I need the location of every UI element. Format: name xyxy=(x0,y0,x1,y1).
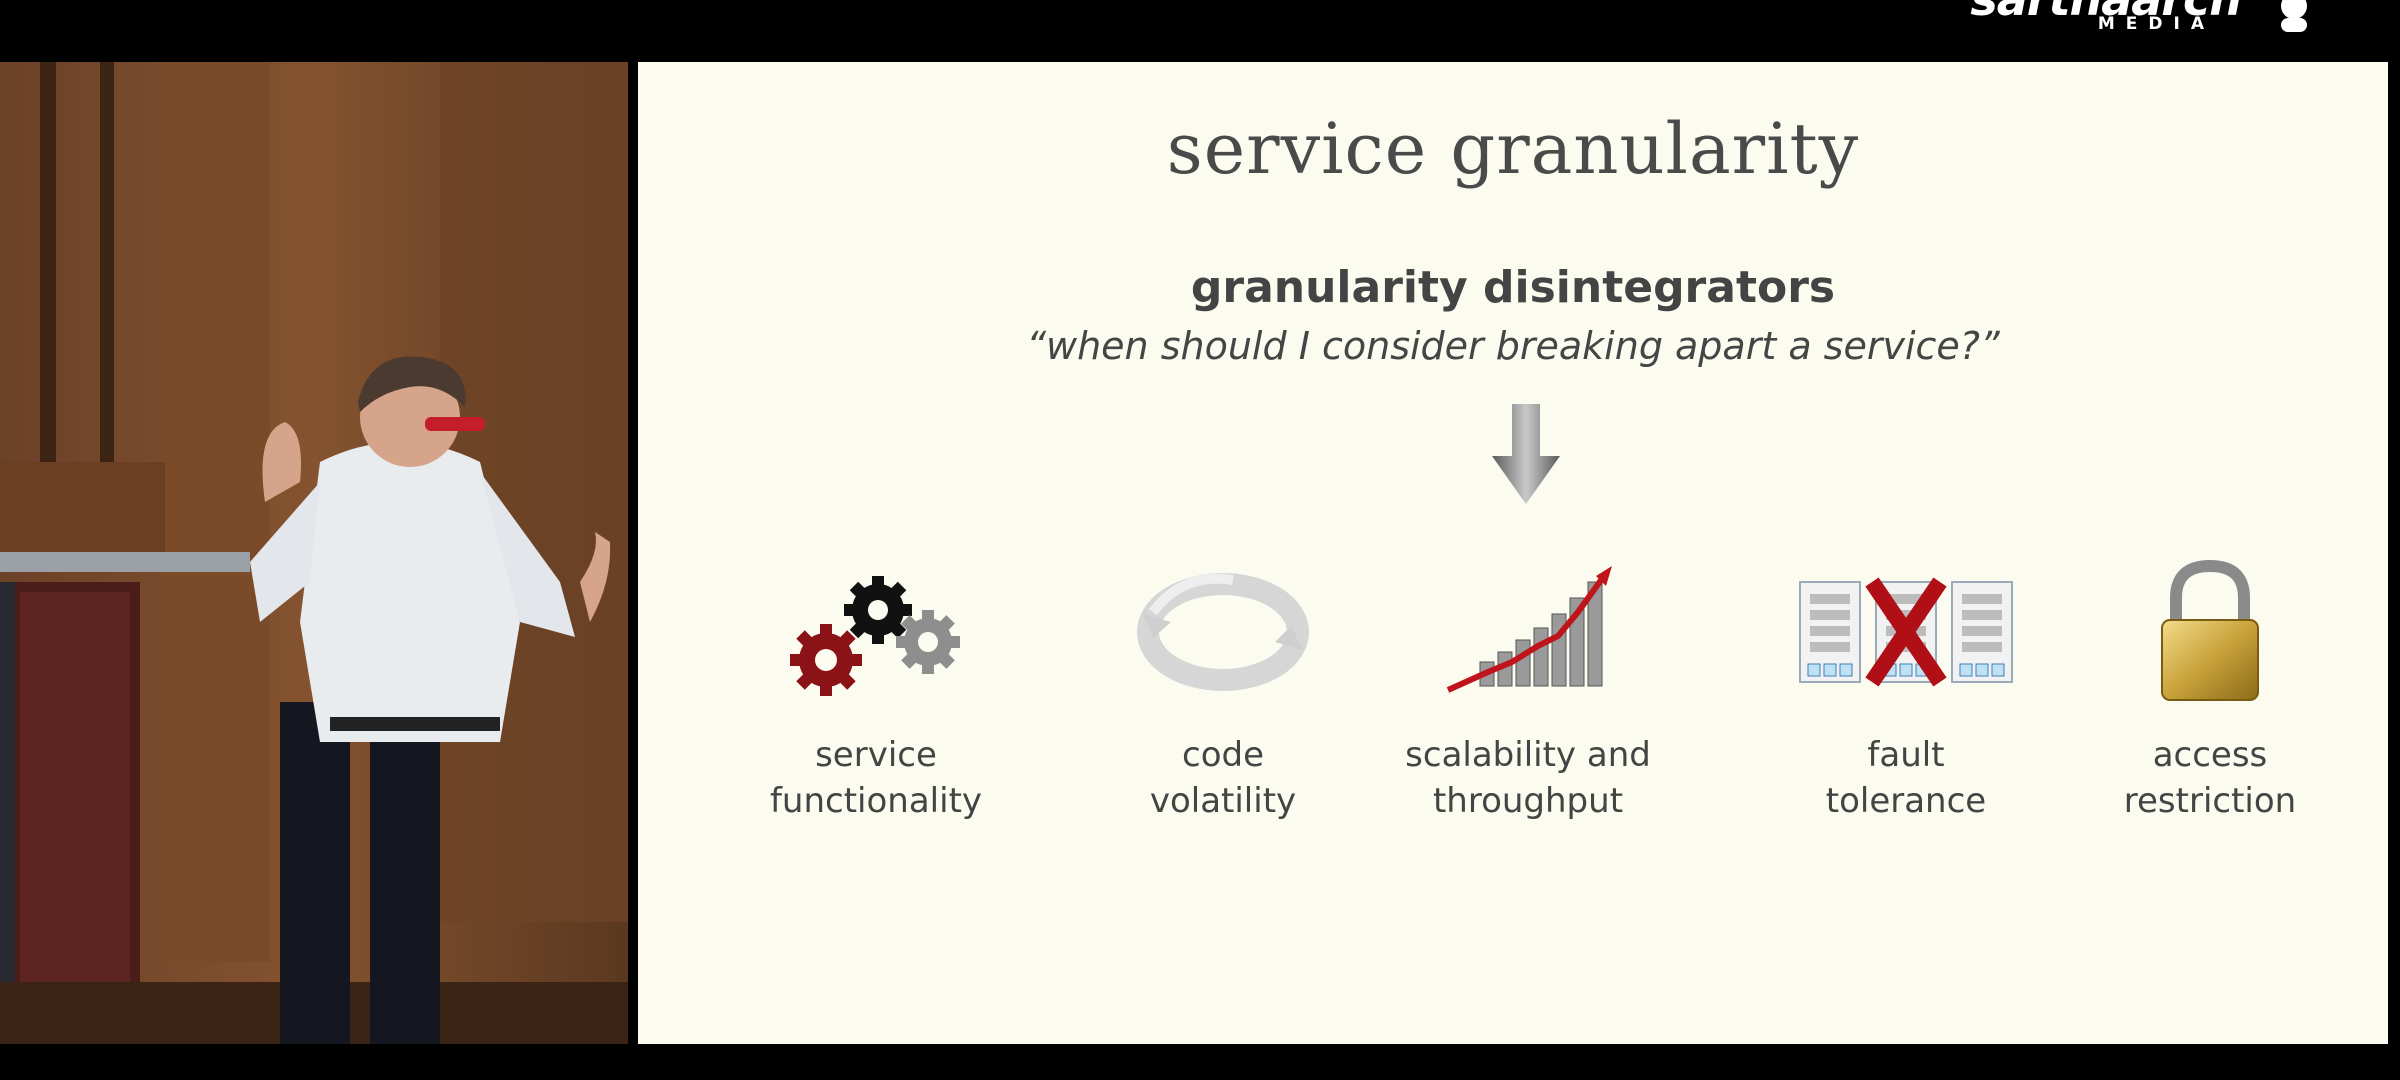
logo-mark-icon xyxy=(2281,0,2307,32)
disintegrator-fault-tolerance: fault tolerance xyxy=(1756,552,2056,824)
presentation-slide: service granularity granularity disinteg… xyxy=(638,62,2388,1044)
fault-x-icon xyxy=(1799,577,2013,687)
padlock-icon xyxy=(2161,559,2259,701)
disintegrator-service-functionality: service functionality xyxy=(726,552,1026,824)
disintegrator-label: access restriction xyxy=(2123,735,2297,821)
watermark-sub: MEDIA xyxy=(2097,14,2215,34)
slide-question: “when should I consider breaking apart a… xyxy=(1026,324,2000,368)
gears-icon xyxy=(790,576,960,696)
disintegrator-access-restriction: access restriction xyxy=(2060,552,2360,824)
down-arrow-icon xyxy=(1492,404,1560,504)
slide-subtitle: granularity disintegrators xyxy=(1190,262,1836,313)
growth-chart-icon xyxy=(1446,566,1612,693)
disintegrator-label: service functionality xyxy=(769,735,983,821)
watermark-logo: sarthaarch MEDIA xyxy=(1970,0,2315,40)
disintegrator-label: code volatility xyxy=(1149,735,1297,821)
disintegrator-label: fault tolerance xyxy=(1825,735,1987,821)
speaker-photo xyxy=(0,62,628,1044)
disintegrator-label: scalability and throughput xyxy=(1405,735,1651,821)
cycle-icon xyxy=(1137,573,1309,691)
disintegrator-scalability-throughput: scalability and throughput xyxy=(1378,552,1678,824)
slide-title: service granularity xyxy=(1166,108,1860,190)
disintegrator-code-volatility: code volatility xyxy=(1073,552,1373,824)
speaker-video xyxy=(0,62,628,1044)
